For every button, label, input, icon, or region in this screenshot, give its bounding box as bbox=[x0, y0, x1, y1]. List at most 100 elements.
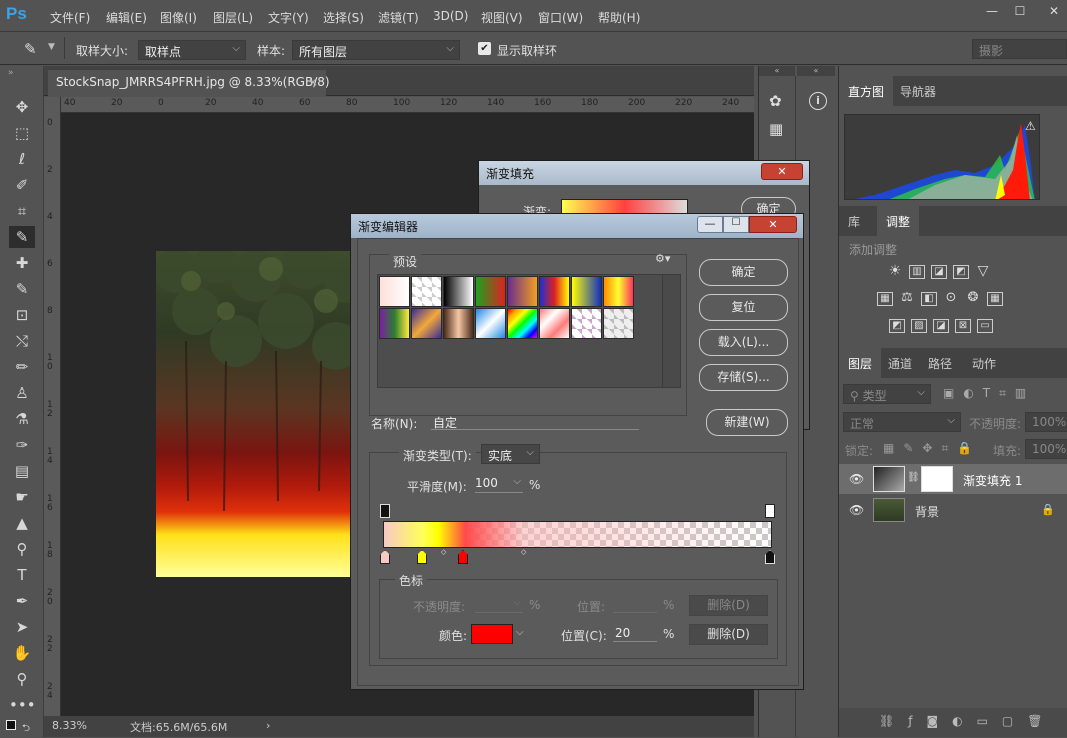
preset-swatch[interactable] bbox=[475, 276, 506, 307]
menu-item[interactable]: 帮助(H) bbox=[598, 9, 640, 26]
sharpen-tool-icon[interactable]: ▲ bbox=[9, 512, 35, 534]
hue-icon[interactable]: ▦ bbox=[877, 292, 893, 306]
type-tool-icon[interactable]: T bbox=[9, 564, 35, 586]
brush-tool-icon[interactable]: ✎ bbox=[9, 278, 35, 300]
tab-adjustments[interactable]: 调整 bbox=[877, 206, 920, 236]
layer-row[interactable]: 👁 背景 🔒 bbox=[839, 495, 1067, 525]
delete-color-stop-button[interactable]: 删除(D) bbox=[689, 624, 768, 645]
tab-actions[interactable]: 动作 bbox=[963, 348, 1005, 378]
stamp2-tool-icon[interactable]: ♙ bbox=[9, 382, 35, 404]
ok-button[interactable]: 确定 bbox=[699, 259, 788, 286]
stop-opacity-field[interactable]: ⌵ bbox=[475, 597, 523, 613]
balance-icon[interactable]: ⚖ bbox=[899, 291, 915, 306]
maximize-button[interactable]: ☐ bbox=[723, 216, 749, 233]
path-select-tool-icon[interactable]: ➤ bbox=[9, 616, 35, 638]
levels-icon[interactable]: ▥ bbox=[909, 265, 925, 279]
invert-icon[interactable]: ◩ bbox=[889, 319, 905, 333]
menu-item[interactable]: 选择(S) bbox=[323, 9, 364, 26]
opacity-stop-right[interactable] bbox=[765, 504, 775, 518]
pen-tool-icon[interactable]: ✒ bbox=[9, 590, 35, 612]
load-button[interactable]: 载入(L)... bbox=[699, 329, 788, 356]
lock-icons[interactable]: ▦✎✥⌗🔒 bbox=[883, 441, 981, 456]
stop-color-swatch[interactable] bbox=[471, 624, 513, 644]
photo-filter-icon[interactable]: ⊙ bbox=[943, 291, 959, 306]
preset-swatch[interactable] bbox=[539, 276, 570, 307]
swap-colors-icon[interactable]: ⮌ bbox=[22, 721, 30, 738]
minimize-button[interactable]: — bbox=[980, 4, 1004, 20]
tab-paths[interactable]: 路径 bbox=[919, 348, 961, 378]
preset-swatch[interactable] bbox=[443, 308, 474, 339]
tab-layers[interactable]: 图层 bbox=[839, 348, 882, 378]
preset-swatch[interactable] bbox=[379, 308, 410, 339]
collapse-icon[interactable]: « bbox=[797, 66, 835, 76]
menu-item[interactable]: 滤镜(T) bbox=[378, 9, 419, 26]
eyedropper-tool-icon[interactable]: ✎ bbox=[9, 226, 35, 248]
hand-tool-icon[interactable]: ✋ bbox=[9, 642, 35, 664]
preset-swatch[interactable] bbox=[571, 308, 602, 339]
preset-swatch[interactable] bbox=[507, 308, 538, 339]
tab-channels[interactable]: 通道 bbox=[879, 348, 921, 378]
crop-tool-icon[interactable]: ⌗ bbox=[9, 200, 35, 222]
healing-tool-icon[interactable]: ✚ bbox=[9, 252, 35, 274]
preset-swatch[interactable] bbox=[475, 308, 506, 339]
smoothness-field[interactable]: 100 ⌵ bbox=[475, 476, 523, 493]
document-image[interactable] bbox=[156, 251, 356, 577]
curves-icon[interactable]: ◪ bbox=[931, 265, 947, 279]
preset-swatch[interactable] bbox=[379, 276, 410, 307]
preset-swatch[interactable] bbox=[443, 276, 474, 307]
lookup-icon[interactable]: ▦ bbox=[987, 292, 1003, 306]
layer-actions-bar[interactable]: ⛓ƒ◙◐▭▢🗑 bbox=[839, 708, 1067, 737]
show-ring-checkbox[interactable]: ✔ bbox=[478, 42, 491, 55]
fill-field[interactable]: 100% bbox=[1025, 439, 1067, 459]
layer-filter-icons[interactable]: ▣◐T⌗▥ bbox=[943, 386, 1035, 401]
vibrance-icon[interactable]: ▽ bbox=[975, 264, 991, 279]
opacity-stop-left[interactable] bbox=[380, 504, 390, 518]
preset-scrollbar[interactable] bbox=[662, 275, 680, 387]
visibility-eye-icon[interactable]: 👁 bbox=[849, 472, 864, 486]
paint-tool-icon[interactable]: ✑ bbox=[9, 434, 35, 456]
threshold-icon[interactable]: ◪ bbox=[933, 319, 949, 333]
foreground-color-swatch[interactable] bbox=[6, 720, 16, 730]
gradient-map-icon[interactable]: ▭ bbox=[977, 319, 993, 333]
close-tab-icon[interactable]: × bbox=[308, 75, 318, 89]
smudge-tool-icon[interactable]: ☛ bbox=[9, 486, 35, 508]
gradient-tool-icon[interactable]: ▤ bbox=[9, 460, 35, 482]
history-brush-tool-icon[interactable]: ⤭ bbox=[9, 330, 35, 352]
dodge-tool-icon[interactable]: ⚲ bbox=[9, 538, 35, 560]
sample-size-select[interactable]: 取样点 ⌵ bbox=[138, 40, 246, 60]
warning-icon[interactable]: ⚠ bbox=[1025, 119, 1036, 133]
opacity-field[interactable]: 100% bbox=[1025, 412, 1067, 432]
tab-navigator[interactable]: 导航器 bbox=[891, 76, 945, 106]
layer-row[interactable]: 👁 ⛓ 渐变填充 1 bbox=[839, 464, 1067, 494]
stop-location-field[interactable] bbox=[613, 597, 657, 613]
tab-library[interactable]: 库 bbox=[839, 206, 869, 236]
status-menu-arrow[interactable]: › bbox=[266, 719, 270, 732]
zoom-level[interactable]: 8.33% bbox=[52, 719, 87, 732]
menu-item[interactable]: 图层(L) bbox=[213, 9, 253, 26]
preset-swatch[interactable] bbox=[507, 276, 538, 307]
midpoint-diamond[interactable]: ◇ bbox=[521, 548, 526, 556]
workspace-search[interactable]: 摄影 bbox=[972, 39, 1067, 59]
gear-icon[interactable]: ⚙▾ bbox=[655, 252, 670, 265]
restore-button[interactable]: ☐ bbox=[1008, 4, 1032, 20]
preset-swatch[interactable] bbox=[571, 276, 602, 307]
eyedropper-icon[interactable]: ✎ bbox=[24, 40, 37, 58]
lasso-tool-icon[interactable]: ℓ bbox=[9, 148, 35, 170]
brightness-icon[interactable]: ☀ bbox=[887, 264, 903, 279]
chevron-down-icon[interactable]: ▼ bbox=[48, 42, 55, 52]
document-tab[interactable]: StockSnap_JMRRS4PFRH.jpg @ 8.33%(RGB/8) … bbox=[48, 70, 330, 96]
preset-swatch[interactable] bbox=[411, 308, 442, 339]
reset-button[interactable]: 复位 bbox=[699, 294, 788, 321]
zoom-tool-icon[interactable]: ⚲ bbox=[9, 668, 35, 690]
menu-item[interactable]: 文字(Y) bbox=[268, 9, 309, 26]
exposure-icon[interactable]: ◩ bbox=[953, 265, 969, 279]
bucket-tool-icon[interactable]: ⚗ bbox=[9, 408, 35, 430]
eraser-tool-icon[interactable]: ✏ bbox=[9, 356, 35, 378]
palette-icon[interactable]: ✿ bbox=[769, 92, 782, 110]
layer-kind-filter[interactable]: ⚲ 类型 ⌵ bbox=[843, 384, 931, 404]
menu-item[interactable]: 编辑(E) bbox=[106, 9, 147, 26]
blend-mode-select[interactable]: 正常 ⌵ bbox=[843, 412, 961, 432]
info-icon[interactable]: i bbox=[809, 92, 827, 110]
preset-swatch[interactable] bbox=[539, 308, 570, 339]
bw-icon[interactable]: ◧ bbox=[921, 292, 937, 306]
